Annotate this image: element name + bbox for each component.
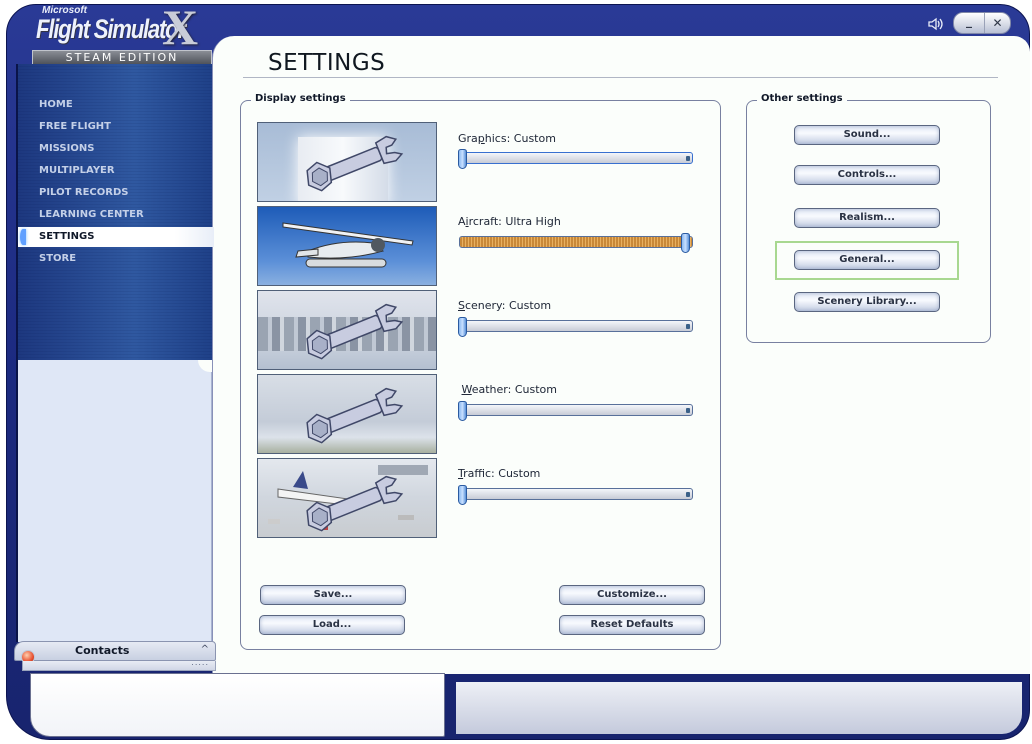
load-button[interactable]: Load... [259, 615, 405, 635]
display-settings-label: Display settings [251, 93, 350, 104]
slider-fill [460, 237, 692, 247]
close-button[interactable]: ✕ [984, 13, 1010, 33]
page-title: SETTINGS [268, 50, 386, 76]
seaplane-image [282, 222, 414, 268]
sidebar-lower-panel [16, 360, 212, 642]
realism-button[interactable]: Realism... [794, 208, 940, 228]
scenery-thumbnail [257, 290, 437, 370]
contacts-bar[interactable]: Contacts ^ [14, 641, 216, 664]
slider-end-marker [686, 492, 690, 497]
grip-icon[interactable]: ..... [191, 658, 209, 667]
graphics-thumbnail [257, 122, 437, 202]
general-button[interactable]: General... [794, 250, 940, 270]
sidebar-item-store[interactable]: STORE [18, 249, 214, 269]
save-button[interactable]: Save... [260, 585, 406, 605]
contacts-label: Contacts [75, 644, 130, 657]
other-settings-label: Other settings [757, 93, 847, 104]
chevron-up-icon[interactable]: ^ [201, 644, 209, 655]
controls-button[interactable]: Controls... [794, 165, 940, 185]
contacts-resize-bar[interactable]: ..... [22, 658, 216, 671]
reset-defaults-button[interactable]: Reset Defaults [559, 615, 705, 635]
weather-slider-label: Weather: Custom [461, 383, 557, 396]
traffic-thumbnail [257, 458, 437, 538]
sidebar-item-missions[interactable]: MISSIONS [18, 139, 214, 159]
slider-end-marker [686, 156, 690, 161]
wrench-icon [306, 303, 404, 360]
app-logo: Microsoft Flight Simulator X STEAM EDITI… [30, 0, 220, 66]
wrench-icon [306, 475, 404, 532]
sidebar-item-multiplayer[interactable]: MULTIPLAYER [18, 161, 214, 181]
sidebar-item-free-flight[interactable]: FREE FLIGHT [18, 117, 214, 137]
aircraft-slider[interactable] [459, 233, 693, 253]
scenery-slider[interactable] [458, 317, 693, 337]
graphics-slider-label: Graphics: Custom [458, 132, 556, 145]
slider-end-marker [686, 324, 690, 329]
slider-thumb[interactable] [458, 149, 467, 169]
weather-thumbnail [257, 374, 437, 454]
bottom-right-panel [456, 682, 1022, 734]
weather-slider[interactable] [458, 401, 693, 421]
sidebar-item-pilot-records[interactable]: PILOT RECORDS [18, 183, 214, 203]
title-divider [243, 77, 998, 78]
traffic-slider-label: Traffic: Custom [458, 467, 541, 480]
slider-thumb[interactable] [458, 401, 467, 421]
customize-button[interactable]: Customize... [559, 585, 705, 605]
bottom-left-panel [30, 673, 445, 737]
sidebar-nav: HOME FREE FLIGHT MISSIONS MULTIPLAYER PI… [16, 64, 214, 360]
sidebar-item-learning-center[interactable]: LEARNING CENTER [18, 205, 214, 225]
wrench-icon [306, 387, 404, 444]
traffic-slider[interactable] [458, 485, 693, 505]
logo-x-mark: X [162, 0, 199, 55]
wrench-icon [306, 135, 404, 192]
minimize-button[interactable]: _ [954, 13, 984, 33]
slider-thumb[interactable] [458, 485, 467, 505]
scenery-slider-label: Scenery: Custom [458, 299, 552, 312]
slider-end-marker [686, 408, 690, 413]
graphics-slider[interactable] [458, 149, 693, 169]
speaker-icon[interactable] [927, 16, 945, 32]
slider-thumb[interactable] [681, 233, 690, 253]
aircraft-thumbnail [257, 206, 437, 286]
window-controls: _ ✕ [953, 12, 1011, 34]
aircraft-slider-label: Aircraft: Ultra High [458, 215, 561, 228]
sound-button[interactable]: Sound... [794, 125, 940, 145]
slider-thumb[interactable] [458, 317, 467, 337]
sidebar-item-home[interactable]: HOME [18, 95, 214, 115]
sidebar-item-settings[interactable]: SETTINGS [18, 227, 214, 247]
scenery-library-button[interactable]: Scenery Library... [794, 292, 940, 312]
